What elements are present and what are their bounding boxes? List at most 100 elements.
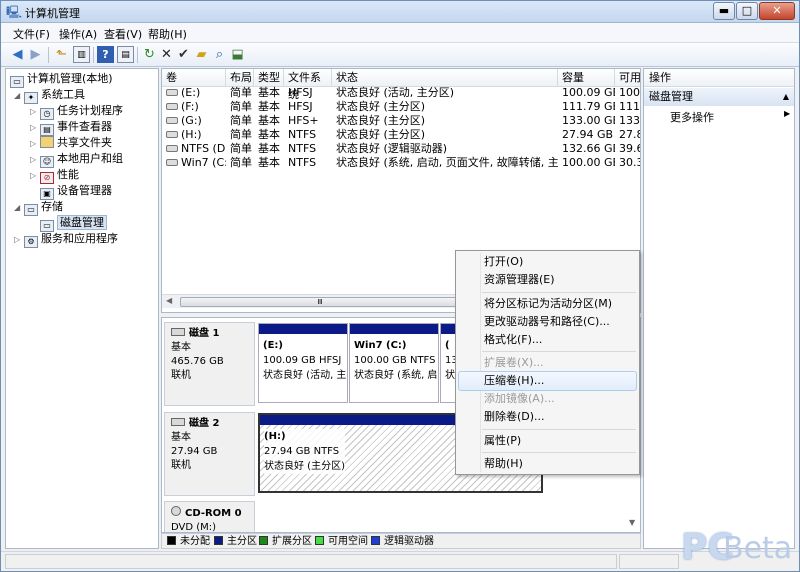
menu-item-delete-volume[interactable]: 删除卷(D)...: [484, 408, 545, 426]
volume-list-header: 卷 布局 类型 文件系统 状态 容量 可用空: [162, 69, 640, 101]
legend-free-space: 可用空间: [315, 536, 368, 548]
toolbar-separator: [48, 47, 49, 63]
status-bar: [1, 551, 799, 571]
minimize-button[interactable]: ▬: [713, 2, 735, 20]
chevron-down-icon[interactable]: ◢: [14, 200, 24, 216]
cdrom-label[interactable]: CD-ROM 0 DVD (M:): [164, 501, 255, 532]
export-icon[interactable]: ⬓: [229, 46, 246, 63]
menu-separator: [482, 351, 636, 352]
column-header-filesystem[interactable]: 文件系统: [284, 69, 332, 101]
tree-item-storage[interactable]: ◢ ▭ 存储: [14, 199, 63, 216]
partition-c[interactable]: Win7 (C:) 100.00 GB NTFS 状态良好 (系统, 启: [349, 323, 439, 403]
table-row[interactable]: (G:) 简单 基本 HFS+ 状态良好 (主分区) 133.00 GB 133…: [162, 114, 640, 128]
check-icon[interactable]: ✔: [175, 46, 192, 63]
table-row[interactable]: (E:) 简单 基本 HFSJ 状态良好 (活动, 主分区) 100.09 GB…: [162, 86, 640, 100]
search-icon[interactable]: ⌕: [211, 46, 228, 63]
drive-icon: [166, 159, 178, 166]
table-row[interactable]: (H:) 简单 基本 NTFS 状态良好 (主分区) 27.94 GB 27.8: [162, 128, 640, 142]
toolbar: ◀ ▶ ⬑ ▥ ? ▤ ↻ ✕ ✔ ▰ ⌕ ⬓: [1, 43, 799, 67]
menu-file[interactable]: 文件(F): [13, 26, 50, 42]
table-row[interactable]: (F:) 简单 基本 HFSJ 状态良好 (主分区) 111.79 GB 111…: [162, 100, 640, 114]
chevron-right-icon[interactable]: ▷: [30, 120, 40, 136]
menu-item-properties[interactable]: 属性(P): [484, 432, 521, 450]
menu-separator: [482, 452, 636, 453]
navigation-tree: ▭ 计算机管理(本地) ◢ ✦ 系统工具 ▷ ◷ 任务计划程序 ▷ ▤ 事件查看器 ▷ 共享文件…: [5, 68, 159, 549]
table-row[interactable]: Win7 (C:) 简单 基本 NTFS 状态良好 (系统, 启动, 页面文件,…: [162, 156, 640, 170]
computer-management-icon: 🖳: [6, 5, 23, 19]
toolbar-separator: [137, 47, 138, 63]
actions-section-disk-management[interactable]: 磁盘管理 ▲: [644, 88, 794, 106]
refresh-icon[interactable]: ↻: [141, 46, 158, 63]
scroll-down-icon[interactable]: ▼: [629, 518, 635, 527]
back-icon[interactable]: ◀: [9, 46, 26, 63]
menu-action[interactable]: 操作(A): [59, 26, 97, 42]
toolbar-separator: [93, 47, 94, 63]
menu-item-explorer[interactable]: 资源管理器(E): [484, 271, 555, 289]
menu-separator: [482, 429, 636, 430]
computer-management-window: 🖳 计算机管理 ▬ □ ✕ 文件(F) 操作(A) 查看(V) 帮助(H) ◀ …: [0, 0, 800, 572]
maximize-button[interactable]: □: [736, 2, 758, 20]
menu-item-format[interactable]: 格式化(F)...: [484, 331, 542, 349]
menu-item-open[interactable]: 打开(O): [484, 253, 523, 271]
scrollbar-thumb[interactable]: Ⅲ: [180, 297, 460, 307]
pcbeta-logo-text: Beta: [723, 531, 793, 566]
tree-item-device-manager[interactable]: ▣ 设备管理器: [30, 183, 112, 200]
tree-item-shared-folders[interactable]: ▷ 共享文件夹: [30, 135, 112, 151]
pcbeta-watermark: PC Beta: [681, 527, 799, 572]
actions-header: 操作: [644, 69, 794, 87]
legend: 未分配 主分区 扩展分区 可用空间 逻辑驱动器: [161, 533, 641, 549]
status-field: [5, 554, 617, 569]
more-actions[interactable]: 更多操作 ▶: [670, 109, 790, 125]
column-header-type[interactable]: 类型: [254, 69, 284, 87]
close-button[interactable]: ✕: [759, 2, 795, 20]
collapse-icon[interactable]: ▲: [783, 88, 789, 106]
disk-1-label[interactable]: 磁盘 1 基本 465.76 GB 联机: [164, 322, 255, 406]
tree-root[interactable]: ▭ 计算机管理(本地): [10, 71, 113, 88]
chevron-right-icon[interactable]: ▷: [30, 136, 40, 152]
forward-icon[interactable]: ▶: [27, 46, 44, 63]
chevron-right-icon[interactable]: ▷: [14, 232, 24, 248]
column-header-layout[interactable]: 布局: [226, 69, 254, 87]
legend-logical-drive: 逻辑驱动器: [371, 536, 434, 548]
menu-view[interactable]: 查看(V): [104, 26, 142, 42]
disk-2-label[interactable]: 磁盘 2 基本 27.94 GB 联机: [164, 412, 255, 496]
column-header-volume[interactable]: 卷: [162, 69, 226, 87]
title-bar[interactable]: 🖳 计算机管理 ▬ □ ✕: [1, 1, 799, 23]
actions-pane: 操作 磁盘管理 ▲ 更多操作 ▶: [643, 68, 795, 549]
menu-bar: 文件(F) 操作(A) 查看(V) 帮助(H): [1, 23, 799, 43]
scroll-left-icon[interactable]: ◀: [166, 296, 172, 305]
chevron-right-icon[interactable]: ▷: [30, 104, 40, 120]
tree-item-performance[interactable]: ▷ ⊘ 性能: [30, 167, 79, 184]
menu-item-extend-volume: 扩展卷(X)...: [484, 356, 544, 369]
menu-help[interactable]: 帮助(H): [148, 26, 187, 42]
menu-item-help[interactable]: 帮助(H): [484, 455, 523, 473]
tree-item-event-viewer[interactable]: ▷ ▤ 事件查看器: [30, 119, 112, 136]
menu-item-change-drive-letter[interactable]: 更改驱动器号和路径(C)...: [484, 313, 610, 331]
legend-extended: 扩展分区: [259, 536, 312, 548]
column-header-free[interactable]: 可用空: [615, 69, 640, 87]
menu-item-mark-active[interactable]: 将分区标记为活动分区(M): [484, 295, 612, 313]
chevron-right-icon[interactable]: ▷: [30, 152, 40, 168]
delete-icon[interactable]: ✕: [158, 46, 175, 63]
column-header-capacity[interactable]: 容量: [558, 69, 615, 87]
pcbeta-logo-icon: PC: [681, 527, 734, 568]
menu-item-shrink-volume[interactable]: 压缩卷(H)...: [484, 372, 544, 390]
tree-item-local-users[interactable]: ▷ ☺ 本地用户和组: [30, 151, 123, 168]
show-hide-tree-icon[interactable]: ▥: [73, 46, 90, 63]
tree-item-services-apps[interactable]: ▷ ⚙ 服务和应用程序: [14, 231, 118, 248]
folder-open-icon[interactable]: ▰: [193, 46, 210, 63]
partition-e[interactable]: (E:) 100.09 GB HFSJ 状态良好 (活动, 主: [258, 323, 348, 403]
up-icon[interactable]: ⬑: [53, 46, 70, 63]
help-icon[interactable]: ?: [97, 46, 114, 63]
tree-item-task-scheduler[interactable]: ▷ ◷ 任务计划程序: [30, 103, 123, 120]
context-menu: 打开(O) 资源管理器(E) 将分区标记为活动分区(M) 更改驱动器号和路径(C…: [455, 250, 640, 475]
chevron-down-icon[interactable]: ◢: [14, 88, 24, 104]
column-header-status[interactable]: 状态: [332, 69, 558, 87]
tree-item-disk-management[interactable]: ▭ 磁盘管理: [30, 215, 107, 232]
tree-item-system-tools[interactable]: ◢ ✦ 系统工具: [14, 87, 85, 104]
table-row[interactable]: NTFS (D:) 简单 基本 NTFS 状态良好 (逻辑驱动器) 132.66…: [162, 142, 640, 156]
menu-item-add-mirror: 添加镜像(A)...: [484, 392, 555, 405]
drive-icon: [166, 117, 178, 124]
properties-icon[interactable]: ▤: [117, 46, 134, 63]
chevron-right-icon[interactable]: ▷: [30, 168, 40, 184]
